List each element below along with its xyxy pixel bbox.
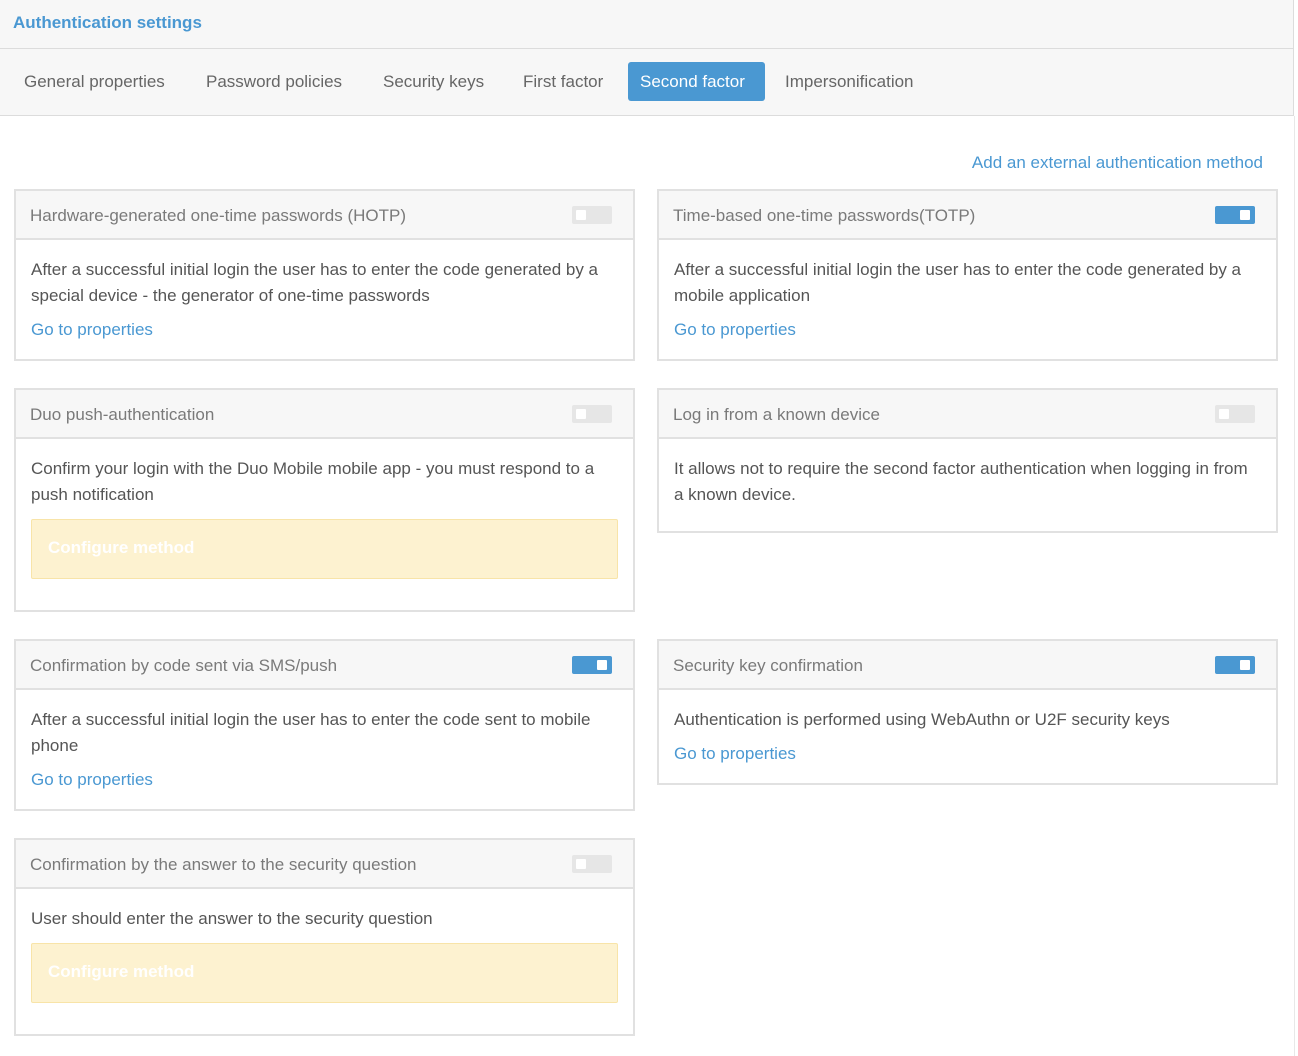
sms-toggle[interactable] — [572, 656, 612, 674]
totp-toggle[interactable] — [1215, 206, 1255, 224]
configure-label: Configure method — [48, 538, 195, 557]
card-title: Time-based one-time passwords(TOTP) — [673, 206, 976, 225]
card-sms-push: Confirmation by code sent via SMS/push A… — [14, 639, 635, 811]
card-title: Confirmation by the answer to the securi… — [30, 855, 417, 874]
security-key-toggle[interactable] — [1215, 656, 1255, 674]
page-header: Authentication settings — [0, 0, 1294, 49]
configure-label: Configure method — [48, 962, 195, 981]
card-description: After a successful initial login the use… — [31, 260, 599, 305]
card-hotp: Hardware-generated one-time passwords (H… — [14, 189, 635, 361]
card-duo-push: Duo push-authentication Confirm your log… — [14, 388, 635, 612]
card-header: Duo push-authentication — [16, 390, 633, 439]
card-description: It allows not to require the second fact… — [674, 459, 1248, 504]
security-question-configure-method-button[interactable]: Configure method — [31, 943, 618, 1003]
tab-bar: General properties Password policies Sec… — [0, 49, 1294, 116]
hotp-properties-link[interactable]: Go to properties — [31, 319, 153, 341]
card-header: Hardware-generated one-time passwords (H… — [16, 191, 633, 240]
tab-first-factor[interactable]: First factor — [511, 62, 615, 101]
duo-toggle[interactable] — [572, 405, 612, 423]
card-title: Duo push-authentication — [30, 405, 215, 424]
hotp-toggle[interactable] — [572, 206, 612, 224]
tab-general-properties[interactable]: General properties — [12, 62, 177, 101]
card-security-key: Security key confirmation Authentication… — [657, 639, 1278, 785]
card-title: Log in from a known device — [673, 405, 880, 424]
card-description: Confirm your login with the Duo Mobile m… — [31, 459, 595, 504]
toggle-knob — [1240, 660, 1250, 670]
card-body: User should enter the answer to the secu… — [16, 889, 633, 1020]
card-known-device: Log in from a known device It allows not… — [657, 388, 1278, 533]
card-header: Time-based one-time passwords(TOTP) — [659, 191, 1276, 240]
totp-properties-link[interactable]: Go to properties — [674, 319, 796, 341]
toggle-knob — [576, 859, 586, 869]
security-question-toggle[interactable] — [572, 855, 612, 873]
card-header: Security key confirmation — [659, 641, 1276, 690]
card-totp: Time-based one-time passwords(TOTP) Afte… — [657, 189, 1278, 361]
card-header: Confirmation by the answer to the securi… — [16, 840, 633, 889]
tab-password-policies[interactable]: Password policies — [194, 62, 354, 101]
toggle-knob — [1219, 409, 1229, 419]
card-body: Confirm your login with the Duo Mobile m… — [16, 439, 633, 596]
content-border — [1294, 116, 1295, 1056]
toggle-knob — [576, 210, 586, 220]
card-description: Authentication is performed using WebAut… — [674, 710, 1170, 729]
card-body: After a successful initial login the use… — [659, 240, 1276, 358]
toggle-knob — [576, 409, 586, 419]
card-header: Log in from a known device — [659, 390, 1276, 439]
card-title: Hardware-generated one-time passwords (H… — [30, 206, 407, 225]
card-title: Security key confirmation — [673, 656, 863, 675]
card-body: After a successful initial login the use… — [16, 240, 633, 358]
known-device-toggle[interactable] — [1215, 405, 1255, 423]
card-body: After a successful initial login the use… — [16, 690, 633, 808]
tab-impersonification[interactable]: Impersonification — [773, 62, 926, 101]
card-body: It allows not to require the second fact… — [659, 439, 1276, 525]
add-external-method-link[interactable]: Add an external authentication method — [972, 153, 1263, 173]
card-description: After a successful initial login the use… — [31, 710, 591, 755]
card-title: Confirmation by code sent via SMS/push — [30, 656, 338, 675]
toggle-knob — [597, 660, 607, 670]
tab-second-factor[interactable]: Second factor — [628, 62, 765, 101]
tab-security-keys[interactable]: Security keys — [371, 62, 496, 101]
page-title: Authentication settings — [13, 13, 202, 32]
security-key-properties-link[interactable]: Go to properties — [674, 743, 796, 765]
card-description: After a successful initial login the use… — [674, 260, 1242, 305]
sms-properties-link[interactable]: Go to properties — [31, 769, 153, 791]
card-description: User should enter the answer to the secu… — [31, 909, 433, 928]
toggle-knob — [1240, 210, 1250, 220]
card-body: Authentication is performed using WebAut… — [659, 690, 1276, 782]
card-header: Confirmation by code sent via SMS/push — [16, 641, 633, 690]
duo-configure-method-button[interactable]: Configure method — [31, 519, 618, 579]
card-security-question: Confirmation by the answer to the securi… — [14, 838, 635, 1036]
